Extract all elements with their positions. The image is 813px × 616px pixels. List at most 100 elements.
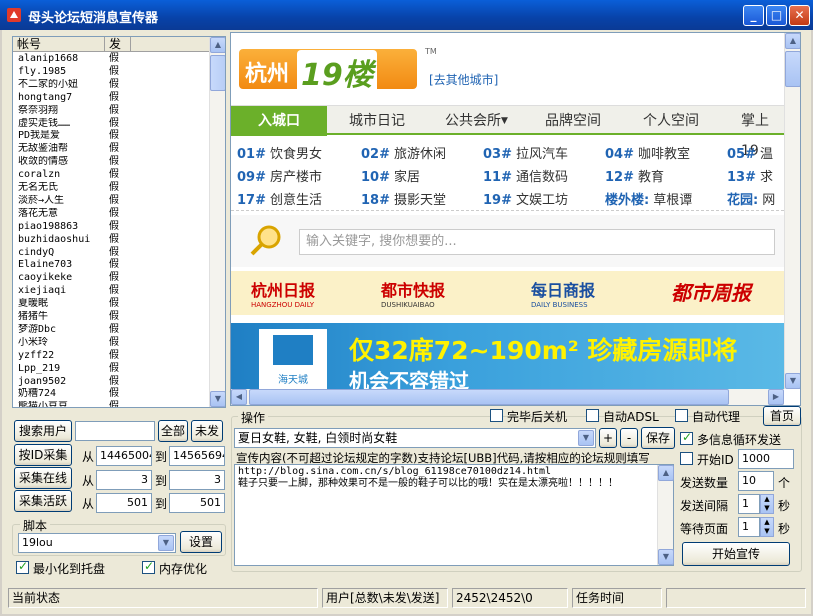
account-row[interactable]: coralzn 假 <box>13 169 209 180</box>
send-interval-input[interactable]: 1 <box>738 494 760 514</box>
close-button[interactable]: ✕ <box>789 5 810 26</box>
account-row[interactable]: fly.1985 假 <box>13 66 209 77</box>
chevron-down-icon[interactable]: ▼ <box>158 535 174 551</box>
account-row[interactable]: yzff22 假 <box>13 350 209 361</box>
script-select[interactable]: 19lou ▼ <box>18 533 176 553</box>
category-link[interactable]: 18# 摄影天堂 <box>361 189 446 208</box>
send-interval-spinner[interactable]: ▲ ▼ <box>760 494 774 514</box>
category-link[interactable]: 花园: 网 <box>727 189 775 208</box>
category-link[interactable]: 11# 通信数码 <box>483 166 568 185</box>
category-link[interactable]: 19# 文娱工坊 <box>483 189 568 208</box>
account-row[interactable]: Elaine703 假 <box>13 259 209 270</box>
list-scrollbar[interactable]: ▲ ▼ <box>209 37 225 407</box>
browser-vscroll[interactable]: ▲ ▼ <box>784 33 800 389</box>
scroll-thumb[interactable] <box>785 51 800 87</box>
hscroll-thumb[interactable] <box>249 389 729 405</box>
category-link[interactable]: 03# 拉风汽车 <box>483 143 568 162</box>
send-count-input[interactable]: 10 <box>738 471 774 491</box>
account-row[interactable]: 猪猪牛 假 <box>13 311 209 322</box>
wait-page-input[interactable]: 1 <box>738 517 760 537</box>
account-row[interactable]: PD我是爱 假 <box>13 130 209 141</box>
auto-adsl-checkbox[interactable] <box>586 409 599 422</box>
active-from-input[interactable]: 501 <box>96 493 152 513</box>
title-select[interactable]: 夏日女鞋, 女鞋, 白领时尚女鞋 ▼ <box>234 428 596 448</box>
collect-active-button[interactable]: 采集活跃 <box>14 490 72 512</box>
partner-dskb[interactable]: 都市快报 DUSHIKUAIBAO <box>381 277 445 309</box>
chevron-down-icon[interactable]: ▼ <box>578 430 594 446</box>
browser-hscroll[interactable]: ◀ ▶ <box>231 389 784 405</box>
account-row[interactable]: 奶糟724 假 <box>13 388 209 399</box>
minimize-tray-checkbox[interactable] <box>16 559 29 574</box>
account-row[interactable]: 熊猫小豆豆 假 <box>13 401 209 407</box>
account-row[interactable]: Lpp_219 假 <box>13 363 209 374</box>
nav-item-brand[interactable]: 品牌空间 <box>545 106 601 136</box>
save-button[interactable]: 保存 <box>641 427 675 449</box>
account-row[interactable]: 夏暖眠 假 <box>13 298 209 309</box>
partner-mrsb[interactable]: 每日商报 DAILY BUSINESS <box>531 277 595 309</box>
remove-title-button[interactable]: - <box>620 428 638 448</box>
category-link[interactable]: 13# 求 <box>727 166 773 185</box>
account-row[interactable]: piao198863 假 <box>13 221 209 232</box>
multi-loop-checkbox[interactable] <box>680 430 693 445</box>
scroll-thumb[interactable] <box>210 55 225 91</box>
search-user-input[interactable] <box>75 421 155 441</box>
nav-item-entrance[interactable]: 入城口 <box>231 106 327 136</box>
account-list[interactable]: 帐号 发 alanip1668 假 fly.1985 假不二家的小妞假 hongtang… <box>12 36 226 408</box>
account-row[interactable]: 收敛的情感 假 <box>13 156 209 167</box>
account-row[interactable]: 虚实走钱…… 假 <box>13 118 209 129</box>
account-row[interactable]: 梦游Dbc 假 <box>13 324 209 335</box>
start-id-input[interactable]: 1000 <box>738 449 794 469</box>
collect-id-button[interactable]: 按ID采集 <box>14 444 72 466</box>
account-row[interactable]: 无名无氏 假 <box>13 182 209 193</box>
category-link[interactable]: 10# 家居 <box>361 166 420 185</box>
shutdown-checkbox[interactable] <box>490 409 503 422</box>
partner-dszb[interactable]: 都市周报 <box>671 277 751 306</box>
content-textarea[interactable]: http://blog.sina.com.cn/s/blog_61198ce70… <box>234 464 674 566</box>
account-row[interactable]: joan9502 假 <box>13 376 209 387</box>
add-title-button[interactable]: + <box>599 428 617 448</box>
scroll-down-icon[interactable]: ▼ <box>210 391 225 407</box>
category-link[interactable]: 01# 饮食男女 <box>237 143 322 162</box>
account-row[interactable]: 落花无意 假 <box>13 208 209 219</box>
nav-item-mobile[interactable]: 掌上19 <box>741 106 784 159</box>
online-from-input[interactable]: 3 <box>96 470 152 490</box>
scroll-down-icon[interactable]: ▼ <box>785 373 800 389</box>
search-user-button[interactable]: 搜索用户 <box>14 420 72 442</box>
nav-item-personal[interactable]: 个人空间 <box>643 106 699 136</box>
collect-online-button[interactable]: 采集在线 <box>14 467 72 489</box>
scroll-up-icon[interactable]: ▲ <box>210 37 225 53</box>
category-link[interactable]: 12# 教育 <box>605 166 664 185</box>
category-link[interactable]: 17# 创意生活 <box>237 189 322 208</box>
account-row[interactable]: alanip1668 假 <box>13 53 209 64</box>
id-from-input[interactable]: 14465004 <box>96 446 152 466</box>
wait-page-spinner[interactable]: ▲ ▼ <box>760 517 774 537</box>
scroll-left-icon[interactable]: ◀ <box>231 389 247 405</box>
active-to-input[interactable]: 501 <box>169 493 225 513</box>
minimize-button[interactable]: _ <box>743 5 764 26</box>
account-row[interactable]: caoyikeke 假 <box>13 272 209 283</box>
account-row[interactable]: 无敌鉴油帮 假 <box>13 143 209 154</box>
category-link[interactable]: 楼外楼: 草根谭 <box>605 189 692 208</box>
settings-button[interactable]: 设置 <box>180 531 222 553</box>
home-button[interactable]: 首页 <box>763 406 801 426</box>
account-row[interactable]: buzhidaoshui 假 <box>13 234 209 245</box>
other-cities-link[interactable]: [去其他城市] <box>429 71 498 88</box>
partner-hzrb[interactable]: 杭州日报 HANGZHOU DAILY <box>251 277 315 309</box>
site-logo[interactable]: 杭州 19楼 <box>239 49 417 94</box>
start-campaign-button[interactable]: 开始宣传 <box>682 542 790 566</box>
scroll-right-icon[interactable]: ▶ <box>768 389 784 405</box>
scroll-up-icon[interactable]: ▲ <box>658 465 674 481</box>
category-link[interactable]: 05# 温 <box>727 143 773 162</box>
maximize-button[interactable]: □ <box>766 5 787 26</box>
account-row[interactable]: 淡菸→人生 假 <box>13 195 209 206</box>
embedded-browser[interactable]: 杭州 19楼 TM [去其他城市] 入城口 城市日记 公共会所 ▼ 品牌空间 个… <box>230 32 801 406</box>
account-row[interactable]: xiejiaqi 假 <box>13 285 209 296</box>
account-row[interactable]: hongtang7 假 <box>13 92 209 103</box>
id-to-input[interactable]: 14565694 <box>169 446 225 466</box>
start-id-checkbox[interactable] <box>680 452 693 465</box>
nav-item-club[interactable]: 公共会所 <box>445 106 501 136</box>
nav-item-diary[interactable]: 城市日记 <box>349 106 405 136</box>
category-link[interactable]: 04# 咖啡教室 <box>605 143 690 162</box>
ad-banner[interactable]: 海天城 仅32席72~190m² 珍藏房源即将 机会不容错过 <box>231 323 784 393</box>
account-row[interactable]: cindyQ 假 <box>13 247 209 258</box>
